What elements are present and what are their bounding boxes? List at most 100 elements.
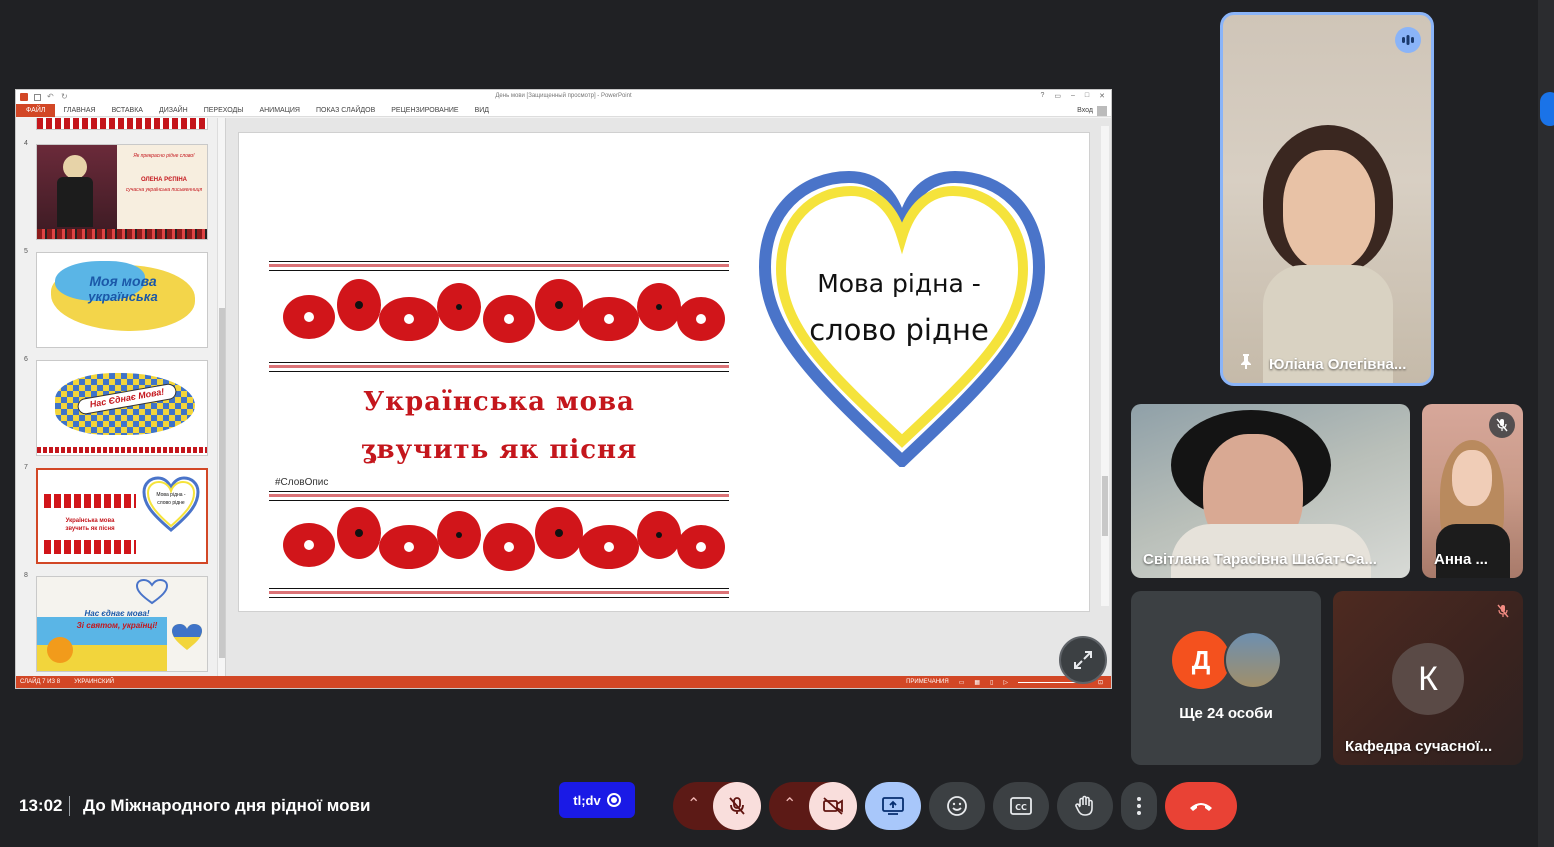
avatar-photo <box>1224 631 1282 689</box>
tab-slideshow[interactable]: ПОКАЗ СЛАЙДОВ <box>308 104 383 117</box>
expand-presentation-button[interactable] <box>1059 636 1107 684</box>
camera-off-icon <box>823 797 843 815</box>
slide-counter: СЛАЙД 7 ИЗ 8 <box>20 679 61 685</box>
ppt-document-title: День мови [Защищенный просмотр] - PowerP… <box>495 93 632 99</box>
thumb5-line2: українська <box>88 289 158 304</box>
avatar: Д <box>1172 631 1230 689</box>
avatar-letter: Д <box>1191 644 1211 675</box>
mic-off-icon <box>729 797 745 815</box>
tldv-recorder-button[interactable]: tl;dv <box>559 782 635 818</box>
mic-options-chevron-icon[interactable]: ⌃ <box>687 794 700 814</box>
window-controls: ? ▭ – □ ✕ <box>1040 92 1105 100</box>
speaking-indicator-icon <box>1395 27 1421 53</box>
tab-home[interactable]: ГЛАВНАЯ <box>55 104 103 117</box>
ornament-bottom <box>269 491 729 598</box>
thumbnail-3-image <box>36 118 208 130</box>
thumbnail-5-image: Моя мова українська <box>36 252 208 348</box>
participant-tile[interactable]: К Кафедра сучасної... <box>1333 591 1523 765</box>
current-slide: Українська мова ʓвучить як пісня #СловОп… <box>238 132 1090 612</box>
thumb4-name: ОЛЕНА РЄПІНА <box>141 177 187 183</box>
avatar: К <box>1392 643 1464 715</box>
editor-scrollbar[interactable] <box>1101 126 1109 606</box>
thumbnails-scroll-thumb[interactable] <box>219 308 225 658</box>
thumbnails-scrollbar[interactable] <box>217 118 225 676</box>
mic-off-icon <box>1489 412 1515 438</box>
tab-animation[interactable]: АНИМАЦИЯ <box>251 104 308 117</box>
thumb7-heart2: слово рідне <box>157 500 185 506</box>
editor-scroll-thumb[interactable] <box>1102 476 1108 536</box>
close-icon[interactable]: ✕ <box>1099 92 1105 100</box>
shared-powerpoint-window: ↶ ↻ День мови [Защищенный просмотр] - Po… <box>15 89 1112 689</box>
tab-transitions[interactable]: ПЕРЕХОДЫ <box>196 104 252 117</box>
participant-name: Юліана Олегівна... <box>1269 356 1407 373</box>
heart-text-line1: Мова рідна - <box>817 269 981 298</box>
thumbnail-number: 5 <box>24 248 28 255</box>
thumbnail-number: 8 <box>24 572 28 579</box>
help-icon[interactable]: ? <box>1040 92 1044 100</box>
notes-button[interactable]: ПРИМЕЧАНИЯ <box>906 679 949 685</box>
tab-review[interactable]: РЕЦЕНЗИРОВАНИЕ <box>383 104 466 117</box>
participant-tile[interactable]: Світлана Тарасівна Шабат-Са... <box>1131 404 1410 578</box>
slide-title-line2: ʓвучить як пісня <box>360 435 638 465</box>
camera-control-group: ⌃ <box>769 782 857 830</box>
thumb5-line1: Моя мова <box>89 273 157 289</box>
avatar-letter: К <box>1418 659 1438 698</box>
captions-icon: CC <box>1010 797 1032 815</box>
heart-text-line2: слово рідне <box>809 313 989 347</box>
thumb8-line2: Зі святом, українці! <box>76 621 158 630</box>
participant-tile[interactable]: Анна ... <box>1422 404 1523 578</box>
reading-view-icon[interactable]: ▯ <box>990 679 993 686</box>
participant-name: Кафедра сучасної... <box>1345 738 1493 755</box>
thumbnail-8-image: Нас єднає мова! Зі святом, українці! <box>36 576 208 672</box>
tab-design[interactable]: ДИЗАЙН <box>151 104 196 117</box>
present-screen-icon <box>882 797 904 815</box>
meeting-clock: 13:02 <box>19 796 63 815</box>
ppt-ribbon-tabs: ФАЙЛ ГЛАВНАЯ ВСТАВКА ДИЗАЙН ПЕРЕХОДЫ АНИ… <box>16 103 1111 117</box>
proofing-language[interactable]: УКРАИНСКИЙ <box>74 679 114 685</box>
more-options-button[interactable] <box>1121 782 1157 830</box>
thumbnail-number: 7 <box>24 464 28 471</box>
emoji-icon <box>947 796 967 816</box>
present-screen-button[interactable] <box>865 782 921 830</box>
thumbnail-7-image-selected: Українська мова звучить як пісня Мова рі… <box>36 468 208 564</box>
camera-options-chevron-icon[interactable]: ⌃ <box>783 794 796 814</box>
more-participants-tile[interactable]: Д Ще 24 особи <box>1131 591 1321 765</box>
microphone-toggle-button[interactable] <box>713 782 761 830</box>
camera-toggle-button[interactable] <box>809 782 857 830</box>
slide-editor: Українська мова ʓвучить як пісня #СловОп… <box>226 118 1111 676</box>
thumb7-heart1: Мова рідна - <box>156 492 186 498</box>
raise-hand-button[interactable] <box>1057 782 1113 830</box>
sign-in-label: Вход <box>1077 107 1093 114</box>
record-icon <box>606 793 621 807</box>
side-panel-edge <box>1538 0 1554 847</box>
slide-thumbnails-pane: 4 Як прекрасно рідне слово! ОЛЕНА РЄПІНА… <box>16 118 226 676</box>
thumb8-heart-icon <box>172 624 202 650</box>
thumbnail-number: 6 <box>24 356 28 363</box>
participant-name: Світлана Тарасівна Шабат-Са... <box>1143 551 1377 568</box>
ppt-status-bar: СЛАЙД 7 ИЗ 8 УКРАИНСКИЙ ПРИМЕЧАНИЯ ▭ ▦ ▯… <box>16 676 1111 688</box>
tab-insert[interactable]: ВСТАВКА <box>104 104 151 117</box>
expand-icon <box>1074 651 1092 669</box>
thumb4-quote: Як прекрасно рідне слово! <box>133 153 195 159</box>
maximize-icon[interactable]: □ <box>1085 92 1089 100</box>
participant-tile-pinned[interactable]: Юліана Олегівна... <box>1220 12 1434 386</box>
minimize-icon[interactable]: – <box>1071 92 1075 100</box>
slide-hashtag: #СловОпис <box>275 477 329 488</box>
slide-title-line1: Українська мова <box>363 387 635 417</box>
reactions-button[interactable] <box>929 782 985 830</box>
thumbnail-4-image: Як прекрасно рідне слово! ОЛЕНА РЄПІНА с… <box>36 144 208 240</box>
slide-sorter-icon[interactable]: ▦ <box>974 679 980 686</box>
ribbon-display-icon[interactable]: ▭ <box>1054 92 1061 100</box>
user-avatar-icon <box>1097 105 1107 116</box>
fit-to-window-icon[interactable]: ⊡ <box>1098 679 1103 686</box>
thumb7-title1: Українська мова <box>65 518 115 524</box>
normal-view-icon[interactable]: ▭ <box>959 679 965 686</box>
leave-call-button[interactable] <box>1165 782 1237 830</box>
ppt-workspace: 4 Як прекрасно рідне слово! ОЛЕНА РЄПІНА… <box>16 118 1111 676</box>
pin-icon[interactable] <box>1239 353 1253 369</box>
slideshow-icon[interactable]: ▷ <box>1003 679 1008 686</box>
captions-button[interactable]: CC <box>993 782 1049 830</box>
sign-in[interactable]: Вход <box>1077 104 1107 117</box>
tab-view[interactable]: ВИД <box>467 104 497 117</box>
tab-file[interactable]: ФАЙЛ <box>16 103 56 117</box>
